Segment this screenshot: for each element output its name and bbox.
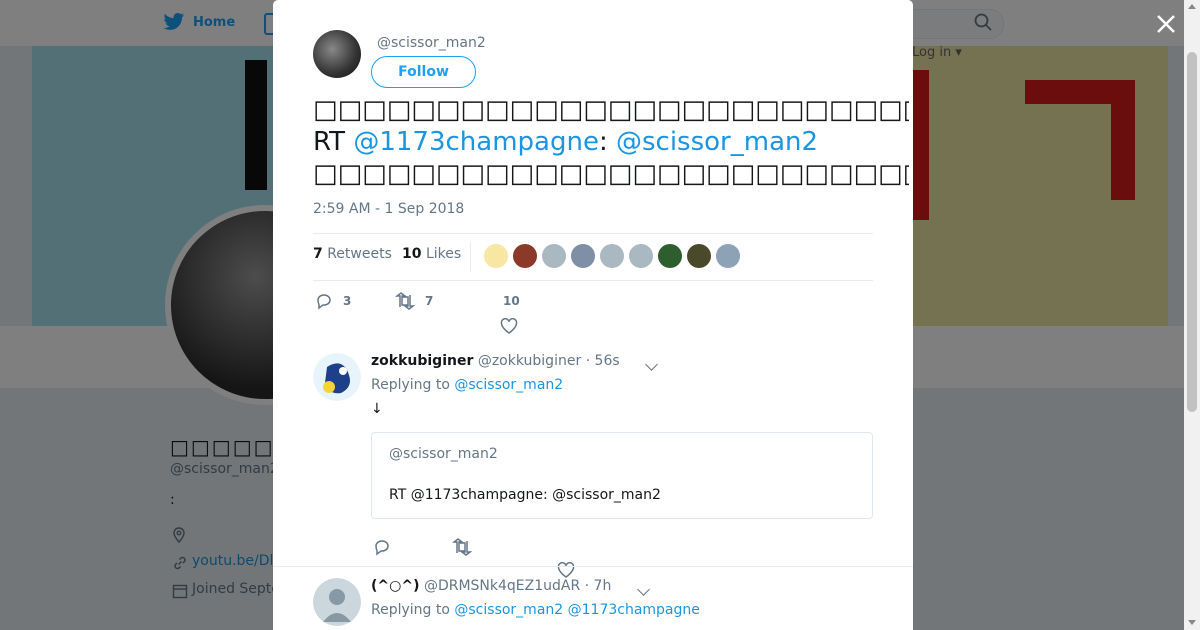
divider	[470, 242, 471, 272]
chevron-down-icon[interactable]	[645, 358, 658, 371]
reply-tweet[interactable]: zokkubiginer @zokkubiginer · 56s Replyin…	[313, 353, 873, 578]
liker-avatar[interactable]	[687, 244, 711, 268]
liker-avatar[interactable]	[571, 244, 595, 268]
reply-author-handle[interactable]: @DRMSNk4qEZ1udAR	[424, 578, 580, 594]
reply-author-name[interactable]: (^○^)	[371, 578, 419, 594]
likes-count: 10	[402, 246, 422, 262]
reply-author-name[interactable]: zokkubiginer	[371, 353, 473, 369]
reply-button[interactable]: 3	[315, 292, 351, 310]
retweet-icon[interactable]	[452, 538, 472, 556]
reply-icon	[317, 294, 331, 310]
likes-label: Likes	[425, 246, 462, 262]
liker-avatar[interactable]	[542, 244, 566, 268]
reply-tweet[interactable]: (^○^) @DRMSNk4qEZ1udAR · 7h Replying to …	[313, 578, 873, 630]
reply-avatar[interactable]	[313, 353, 361, 401]
tweet-author-handle[interactable]: @scissor_man2	[377, 35, 486, 51]
tweet-actions: 3 7 10	[313, 290, 873, 334]
heart-icon[interactable]	[500, 318, 518, 334]
replying-to: Replying to @scissor_man2	[371, 377, 563, 393]
scroll-up-arrow[interactable]	[1188, 4, 1196, 9]
tweet-modal: @scissor_man2 Follow □□□□□□□□□□□□□□□□□□□…	[273, 0, 913, 630]
retweets-stat[interactable]: 7 Retweets	[313, 246, 392, 262]
quoted-text: RT @1173champagne: @scissor_man2	[389, 487, 661, 503]
tweet-colon: :	[598, 127, 616, 157]
scroll-down-arrow[interactable]	[1188, 620, 1196, 625]
retweet-icon	[395, 292, 415, 310]
chevron-down-icon[interactable]	[637, 583, 650, 596]
tweet-text-line: □□□□□□□□□□□□□□□□□□□□□□□□□□□□□□□□□□□□□□□□…	[313, 159, 909, 189]
replying-to: Replying to @scissor_man2 @1173champagne	[371, 602, 700, 618]
retweet-button[interactable]: 7	[395, 292, 433, 310]
tweet-text-line: RT @1173champagne: @scissor_man2	[313, 126, 909, 158]
liker-avatar[interactable]	[600, 244, 624, 268]
likes-stat[interactable]: 10 Likes	[402, 246, 461, 262]
login-link[interactable]: Log in ▾	[912, 45, 962, 60]
tweet-mention[interactable]: @scissor_man2	[616, 127, 818, 157]
rt-prefix: RT	[313, 127, 354, 157]
retweets-label: Retweets	[327, 246, 392, 262]
divider	[273, 566, 913, 567]
reply-time[interactable]: · 7h	[585, 578, 612, 594]
tweet-mention[interactable]: @1173champagne	[353, 127, 599, 157]
tweet-text-line: □□□□□□□□□□□□□□□□□□□□□□□□□□□□□□□□□□□□□□□□…	[313, 95, 909, 125]
reply-icon[interactable]	[373, 538, 391, 556]
retweets-count: 7	[313, 246, 323, 262]
replying-mention[interactable]: @scissor_man2	[454, 377, 563, 393]
liker-avatar[interactable]	[629, 244, 653, 268]
reply-author-handle[interactable]: @zokkubiginer	[478, 353, 581, 369]
reply-header: (^○^) @DRMSNk4qEZ1udAR · 7h	[371, 578, 611, 594]
tweet-timestamp[interactable]: 2:59 AM - 1 Sep 2018	[313, 201, 464, 217]
follow-button[interactable]: Follow	[371, 56, 476, 88]
divider	[313, 280, 873, 281]
reply-avatar[interactable]	[313, 578, 361, 626]
quoted-handle: @scissor_man2	[389, 446, 498, 462]
liker-avatar[interactable]	[513, 244, 537, 268]
reply-header: zokkubiginer @zokkubiginer · 56s	[371, 353, 620, 369]
tweet-text: □□□□□□□□□□□□□□□□□□□□□□□□□□□□□□□□□□□□□□□□…	[313, 94, 909, 190]
liker-avatar[interactable]	[716, 244, 740, 268]
close-icon[interactable]	[1154, 12, 1178, 36]
like-count: 10	[503, 294, 520, 308]
reply-time[interactable]: · 56s	[586, 353, 620, 369]
liker-avatar[interactable]	[658, 244, 682, 268]
quoted-tweet[interactable]: @scissor_man2 RT @1173champagne: @scisso…	[371, 432, 873, 519]
scrollbar-thumb[interactable]	[1187, 52, 1197, 412]
replying-label: Replying to	[371, 602, 450, 618]
liker-avatars	[484, 244, 740, 268]
tweet-author-avatar[interactable]	[313, 30, 361, 78]
like-count-wrap[interactable]: 10	[503, 294, 520, 308]
heart-icon[interactable]	[557, 562, 575, 578]
replying-label: Replying to	[371, 377, 450, 393]
reply-count: 3	[343, 294, 352, 308]
liker-avatar[interactable]	[484, 244, 508, 268]
replying-mention[interactable]: @scissor_man2 @1173champagne	[454, 602, 700, 618]
divider	[313, 233, 873, 234]
login-label: Log in	[912, 45, 952, 60]
retweet-count: 7	[425, 294, 434, 308]
reply-text: ↓	[371, 401, 383, 417]
